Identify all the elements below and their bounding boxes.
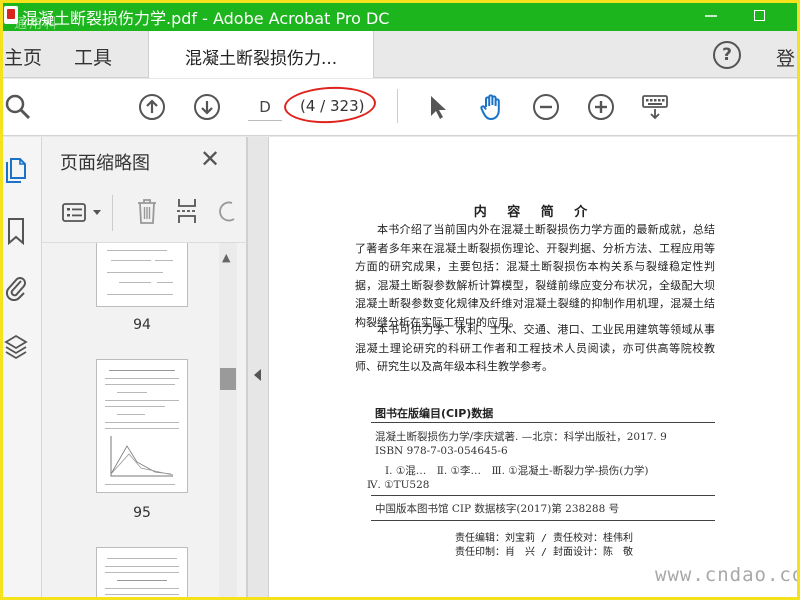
title-bar: 混凝土断裂损伤力学.pdf - Adobe Acrobat Pro DC 通用科	[0, 0, 800, 32]
page-thumbnail[interactable]	[96, 243, 188, 307]
page-up-icon[interactable]	[138, 93, 166, 121]
page-thumbnails-icon[interactable]	[4, 157, 28, 185]
layers-icon[interactable]	[4, 333, 28, 361]
left-rail	[0, 137, 42, 600]
minimize-icon	[705, 15, 717, 17]
thumbnail-chart-icon	[110, 436, 174, 477]
page-number-input[interactable]: D	[248, 93, 282, 121]
insert-page-icon[interactable]	[176, 197, 202, 227]
cip-line: Ⅳ. ①TU528	[367, 479, 430, 491]
tab-home[interactable]: 主页	[4, 43, 42, 70]
thumbnail-toolbar	[42, 185, 247, 243]
toolbar-divider	[112, 195, 113, 231]
thumbnail-page-number: 94	[133, 317, 151, 333]
scroll-up-icon[interactable]: ▲	[222, 251, 230, 264]
maximize-button[interactable]	[736, 0, 782, 31]
credit-line: 责任印制：肖 兴 / 封面设计：陈 敬	[455, 547, 634, 558]
watermark-text: 通用科	[14, 17, 60, 32]
cip-heading: 图书在版编目(CIP)数据	[375, 407, 494, 420]
chevron-down-icon[interactable]	[92, 209, 102, 217]
zoom-in-icon[interactable]	[587, 93, 615, 121]
login-button[interactable]: 登	[776, 44, 795, 71]
cip-line: 中国版本图书馆 CIP 数据核字(2017)第 238288 号	[375, 503, 620, 515]
document-view[interactable]: 内 容 简 介 本书介绍了当前国内外在混凝土断裂损伤力学方面的最新成就，总结了著…	[269, 137, 800, 600]
maximize-icon	[753, 10, 765, 21]
paragraph-text: 本书介绍了当前国内外在混凝土断裂损伤力学方面的最新成就，总结了著者多年来在混凝土…	[355, 223, 715, 329]
page-down-icon[interactable]	[193, 93, 221, 121]
minimize-button[interactable]	[688, 0, 734, 31]
bookmark-icon[interactable]	[4, 217, 28, 245]
thumbnail-options-icon[interactable]	[62, 203, 88, 223]
intro-paragraph-2: 本书可供力学、水利、土木、交通、港口、工业民用建筑等领域从事混凝土理论研究的科研…	[355, 321, 715, 377]
main-toolbar: D (4 / 323)	[0, 79, 800, 136]
tab-tools[interactable]: 工具	[74, 43, 112, 70]
hand-tool-icon[interactable]	[478, 93, 506, 121]
keyboard-icon[interactable]	[641, 93, 669, 121]
thumbnail-panel: 页面缩略图 ✕ 94 95 ▲	[42, 137, 247, 600]
zoom-out-icon[interactable]	[532, 93, 560, 121]
tab-document[interactable]: 混凝土断裂损伤力...	[148, 31, 374, 78]
cip-line: ISBN 978-7-03-054645-6	[375, 445, 508, 457]
site-watermark: www.cndao.com	[655, 564, 800, 586]
divider	[371, 422, 715, 423]
help-button[interactable]: ?	[713, 41, 741, 69]
panel-close-button[interactable]: ✕	[200, 145, 220, 173]
thumbnail-page-number: 95	[133, 505, 151, 521]
search-icon[interactable]	[4, 93, 32, 121]
panel-title: 页面缩略图	[60, 153, 150, 174]
toolbar-divider	[397, 89, 398, 123]
scrollbar-thumb[interactable]	[220, 368, 236, 390]
cip-line: Ⅰ. ①混… Ⅱ. ①李… Ⅲ. ①混凝土-断裂力学-损伤(力学)	[385, 465, 649, 477]
page-heading: 内 容 简 介	[473, 205, 596, 220]
credit-line: 责任编辑：刘宝莉 / 责任校对：桂伟利	[455, 533, 634, 544]
panel-splitter[interactable]	[247, 137, 269, 600]
divider	[371, 520, 715, 521]
attachment-icon[interactable]	[4, 273, 28, 301]
thumbnail-scrollbar[interactable]: ▲	[219, 243, 237, 600]
page-count-highlight	[283, 84, 377, 126]
delete-page-icon[interactable]	[136, 197, 158, 225]
rotate-page-icon[interactable]	[218, 199, 238, 225]
tab-bar: 主页 工具 混凝土断裂损伤力... ? 登	[0, 31, 800, 78]
divider	[371, 495, 715, 496]
page-thumbnail[interactable]	[96, 547, 188, 600]
tab-document-label: 混凝土断裂损伤力...	[185, 49, 338, 69]
collapse-panel-icon[interactable]	[254, 369, 261, 381]
thumbnail-list: 94 95	[42, 243, 236, 600]
paragraph-text: 本书可供力学、水利、土木、交通、港口、工业民用建筑等领域从事混凝土理论研究的科研…	[355, 323, 715, 373]
intro-paragraph-1: 本书介绍了当前国内外在混凝土断裂损伤力学方面的最新成就，总结了著者多年来在混凝土…	[355, 221, 715, 332]
window-title: 混凝土断裂损伤力学.pdf - Adobe Acrobat Pro DC	[22, 9, 390, 28]
cip-line: 混凝土断裂损伤力学/李庆斌著. —北京：科学出版社，2017. 9	[375, 431, 667, 443]
page-thumbnail[interactable]	[96, 359, 188, 493]
select-cursor-icon[interactable]	[424, 93, 452, 121]
